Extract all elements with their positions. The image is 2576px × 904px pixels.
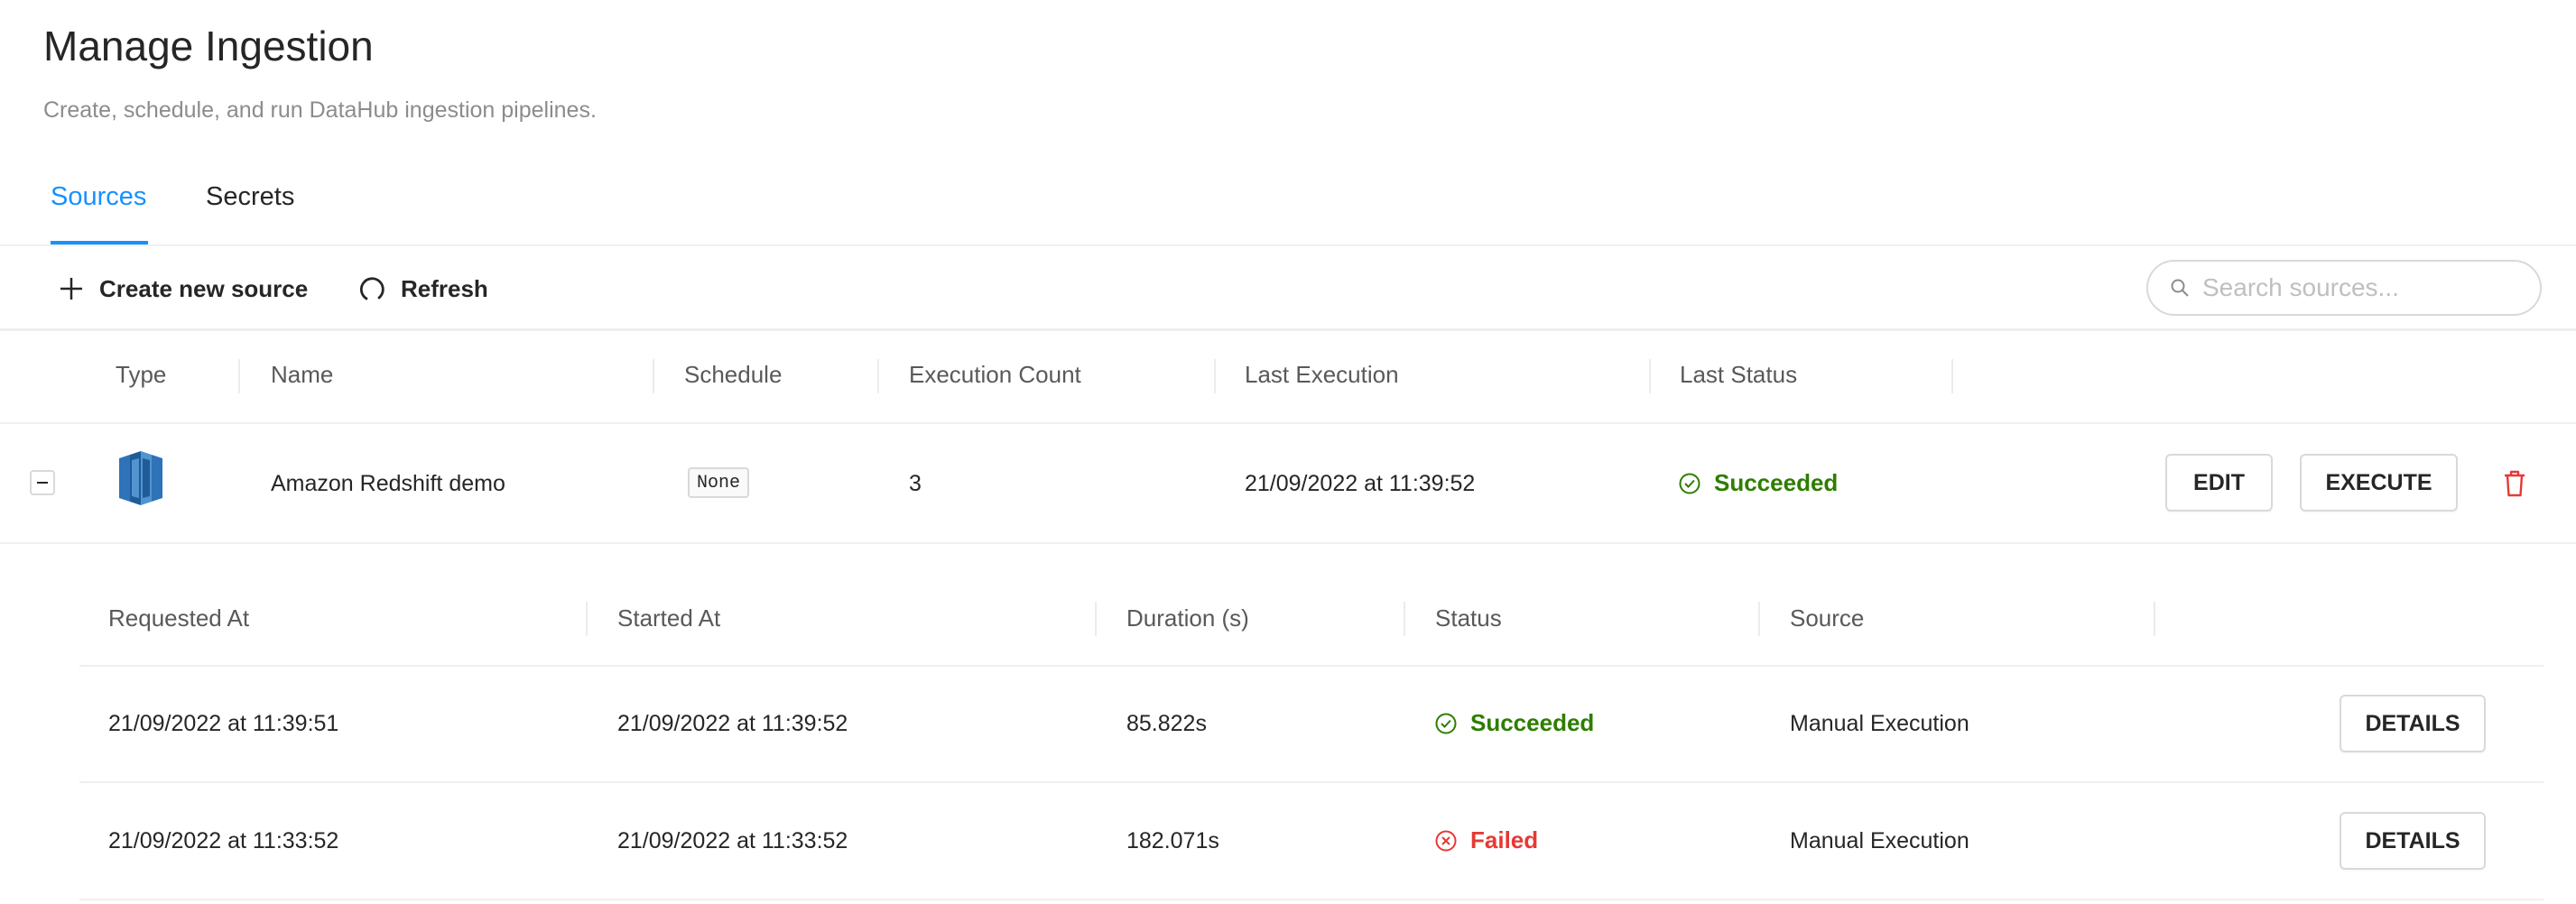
page-title: Manage Ingestion	[43, 23, 374, 69]
column-header-name: Name	[271, 361, 334, 388]
execute-button[interactable]: EXECUTE	[2300, 454, 2458, 512]
column-separator	[1951, 359, 1953, 393]
source-name[interactable]: Amazon Redshift demo	[271, 471, 505, 497]
column-header-schedule: Schedule	[684, 361, 783, 388]
column-header-last-execution: Last Execution	[1245, 361, 1399, 388]
redshift-icon	[116, 451, 166, 510]
started-at: 21/09/2022 at 11:33:52	[617, 828, 848, 853]
column-header-status: Status	[1435, 604, 1502, 632]
header-divider	[0, 422, 2576, 424]
tabs-divider	[0, 244, 2576, 246]
column-header-started-at: Started At	[617, 604, 721, 632]
close-circle-icon	[1435, 830, 1457, 851]
row-collapse-button[interactable]	[30, 470, 55, 495]
column-header-execution-count: Execution Count	[909, 361, 1081, 388]
started-at: 21/09/2022 at 11:39:52	[617, 711, 848, 736]
search-icon	[2171, 279, 2189, 297]
execution-status-label: Succeeded	[1470, 709, 1595, 736]
last-status: Succeeded	[1678, 469, 1838, 497]
column-separator	[2154, 602, 2155, 636]
toolbar-divider	[0, 328, 2576, 331]
check-circle-icon	[1435, 713, 1457, 733]
refresh-button[interactable]: Refresh	[357, 271, 488, 307]
details-button[interactable]: DETAILS	[2340, 695, 2486, 752]
duration: 85.822s	[1126, 711, 1207, 736]
minus-icon	[37, 482, 48, 484]
execution-source: Manual Execution	[1790, 828, 1969, 853]
tab-sources[interactable]: Sources	[51, 182, 146, 212]
requested-at: 21/09/2022 at 11:33:52	[108, 828, 339, 853]
execution-count: 3	[909, 471, 922, 496]
edit-button[interactable]: EDIT	[2165, 454, 2273, 512]
execution-row-divider	[79, 781, 2544, 783]
execution-row-divider	[79, 899, 2544, 900]
duration: 182.071s	[1126, 828, 1219, 853]
column-separator	[1095, 602, 1097, 636]
sub-header-divider	[79, 665, 2544, 667]
column-header-source: Source	[1790, 604, 1865, 632]
execution-source: Manual Execution	[1790, 711, 1969, 736]
search-sources-box[interactable]	[2146, 260, 2542, 316]
check-circle-icon	[1679, 473, 1700, 494]
search-input[interactable]	[2201, 272, 2529, 303]
column-header-last-status: Last Status	[1680, 361, 1798, 388]
column-separator	[1214, 359, 1216, 393]
page-subtitle: Create, schedule, and run DataHub ingest…	[43, 97, 597, 123]
plus-icon	[60, 278, 82, 300]
schedule-tag: None	[688, 467, 750, 498]
create-new-source-label: Create new source	[99, 274, 309, 302]
column-separator	[1404, 602, 1405, 636]
tab-secrets[interactable]: Secrets	[206, 182, 294, 212]
column-header-duration: Duration (s)	[1126, 604, 1249, 632]
row-divider	[0, 542, 2576, 544]
details-button[interactable]: DETAILS	[2340, 812, 2486, 870]
column-separator	[653, 359, 654, 393]
column-separator	[877, 359, 879, 393]
column-separator	[238, 359, 240, 393]
column-separator	[1758, 602, 1760, 636]
refresh-label: Refresh	[401, 274, 488, 302]
column-separator	[586, 602, 588, 636]
column-header-type: Type	[116, 361, 167, 388]
delete-icon[interactable]	[2502, 469, 2527, 503]
column-separator	[1649, 359, 1651, 393]
last-execution: 21/09/2022 at 11:39:52	[1245, 471, 1476, 496]
execution-status-label: Failed	[1470, 826, 1539, 853]
execution-status: Failed	[1434, 826, 1538, 854]
column-header-requested-at: Requested At	[108, 604, 250, 632]
execution-status: Succeeded	[1434, 709, 1594, 737]
create-new-source-button[interactable]: Create new source	[58, 271, 308, 307]
requested-at: 21/09/2022 at 11:39:51	[108, 711, 339, 736]
last-status-label: Succeeded	[1714, 469, 1839, 496]
refresh-icon	[359, 277, 385, 300]
